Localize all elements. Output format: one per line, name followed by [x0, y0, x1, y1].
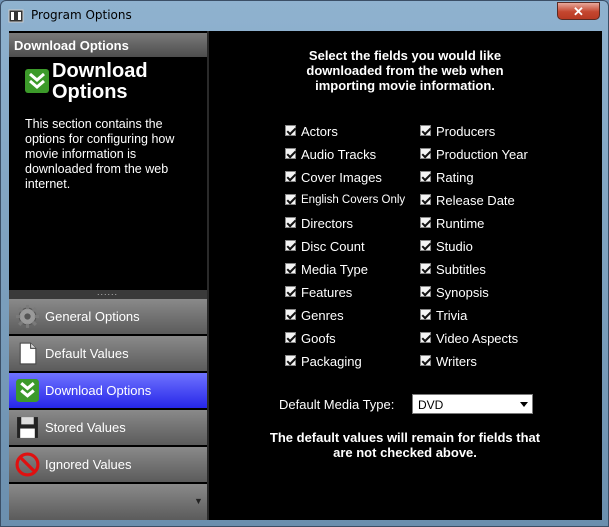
nav-item-stored-values[interactable]: Stored Values [9, 410, 207, 445]
checkbox-box[interactable] [285, 309, 296, 320]
checkbox-box[interactable] [285, 217, 296, 228]
checkbox-box[interactable] [285, 148, 296, 159]
document-icon [19, 342, 37, 365]
splitter-grip: ...... [97, 287, 119, 297]
checkbox-label: Subtitles [436, 262, 486, 277]
checkbox-box[interactable] [285, 332, 296, 343]
floppy-disk-icon [17, 417, 38, 438]
nav-item-download-options[interactable]: Download Options [9, 373, 207, 408]
download-icon [25, 69, 49, 93]
checkbox-box[interactable] [420, 148, 431, 159]
default-values-note: The default values will remain for field… [269, 430, 541, 460]
nav-item-general-options[interactable]: General Options [9, 299, 207, 334]
instructions-text: Select the fields you would like downloa… [306, 48, 504, 93]
checkbox-label: Synopsis [436, 285, 489, 300]
nav-label: Ignored Values [45, 457, 132, 472]
checkbox-box[interactable] [420, 309, 431, 320]
checkbox-box[interactable] [420, 171, 431, 182]
checkbox-label: Actors [301, 124, 338, 139]
checkbox-box[interactable] [420, 125, 431, 136]
checkbox-label: Disc Count [301, 239, 365, 254]
checkbox-box[interactable] [285, 125, 296, 136]
left-panel: Download Options Download Options This s… [9, 31, 209, 520]
checkbox-box[interactable] [285, 263, 296, 274]
nav-label: Stored Values [45, 420, 126, 435]
checkbox-label: Directors [301, 216, 354, 231]
checkbox-label: Production Year [436, 147, 528, 162]
checkbox-box[interactable] [285, 355, 296, 366]
nav-label: Default Values [45, 346, 129, 361]
checkbox-box[interactable] [285, 240, 296, 251]
nav-label: General Options [45, 309, 140, 324]
checkbox-box[interactable] [420, 194, 431, 205]
checkbox-label: Genres [301, 308, 344, 323]
nav-label: Download Options [45, 383, 152, 398]
checkbox-box[interactable] [420, 263, 431, 274]
checkbox-label: English Covers Only [301, 194, 406, 206]
checkbox-box[interactable] [420, 355, 431, 366]
checkbox-box[interactable] [420, 240, 431, 251]
checkbox-label: Media Type [301, 262, 368, 277]
section-description: This section contains the options for co… [25, 117, 175, 191]
section-header-label: Download Options [14, 38, 129, 53]
nav-item-ignored-values[interactable]: Ignored Values [9, 447, 207, 482]
default-media-type-label: Default Media Type: [279, 397, 395, 412]
close-button[interactable]: ✕ [557, 2, 600, 20]
checkbox-label: Studio [436, 239, 473, 254]
checkbox-label: Packaging [301, 354, 362, 369]
checkbox-label: Runtime [436, 216, 485, 231]
checkbox-box[interactable] [285, 171, 296, 182]
section-header: Download Options [9, 33, 207, 57]
checkbox-box[interactable] [420, 286, 431, 297]
prohibited-icon [15, 452, 40, 477]
nav-item-default-values[interactable]: Default Values [9, 336, 207, 371]
app-icon [8, 9, 24, 23]
program-options-window: Program Options ✕ Download Options Downl… [0, 0, 609, 527]
checkbox-label: Video Aspects [436, 331, 519, 346]
chevron-down-icon[interactable]: ▼ [194, 496, 203, 506]
download-icon [16, 379, 39, 402]
checkbox-box[interactable] [420, 217, 431, 228]
checkbox-label: Rating [436, 170, 474, 185]
gear-icon [16, 305, 39, 328]
checkbox-label: Goofs [301, 331, 336, 346]
checkbox-box[interactable] [285, 286, 296, 297]
window-title: Program Options [31, 8, 132, 22]
title-bar[interactable]: Program Options ✕ [1, 1, 608, 31]
checkbox-box[interactable] [420, 332, 431, 343]
checkbox-label: Trivia [436, 308, 468, 323]
checkbox-label: Features [301, 285, 353, 300]
options-nav: General Options Default Values Download … [9, 299, 207, 484]
checkbox-label: Writers [436, 354, 477, 369]
checkbox-label: Cover Images [301, 170, 382, 185]
nav-footer[interactable]: ▼ [9, 484, 207, 520]
download-options-panel: Select the fields you would like downloa… [209, 31, 602, 520]
checkbox-box[interactable] [285, 194, 296, 205]
default-media-type-select[interactable]: DVD [412, 394, 533, 414]
splitter-handle[interactable]: ...... [9, 287, 207, 299]
checkbox-label: Release Date [436, 193, 515, 208]
chevron-down-icon[interactable] [520, 402, 528, 407]
section-title: Download Options [52, 60, 148, 103]
select-value: DVD [418, 398, 444, 412]
checkbox-label: Producers [436, 124, 496, 139]
checkbox-label: Audio Tracks [301, 147, 377, 162]
client-area: Download Options Download Options This s… [9, 31, 602, 520]
